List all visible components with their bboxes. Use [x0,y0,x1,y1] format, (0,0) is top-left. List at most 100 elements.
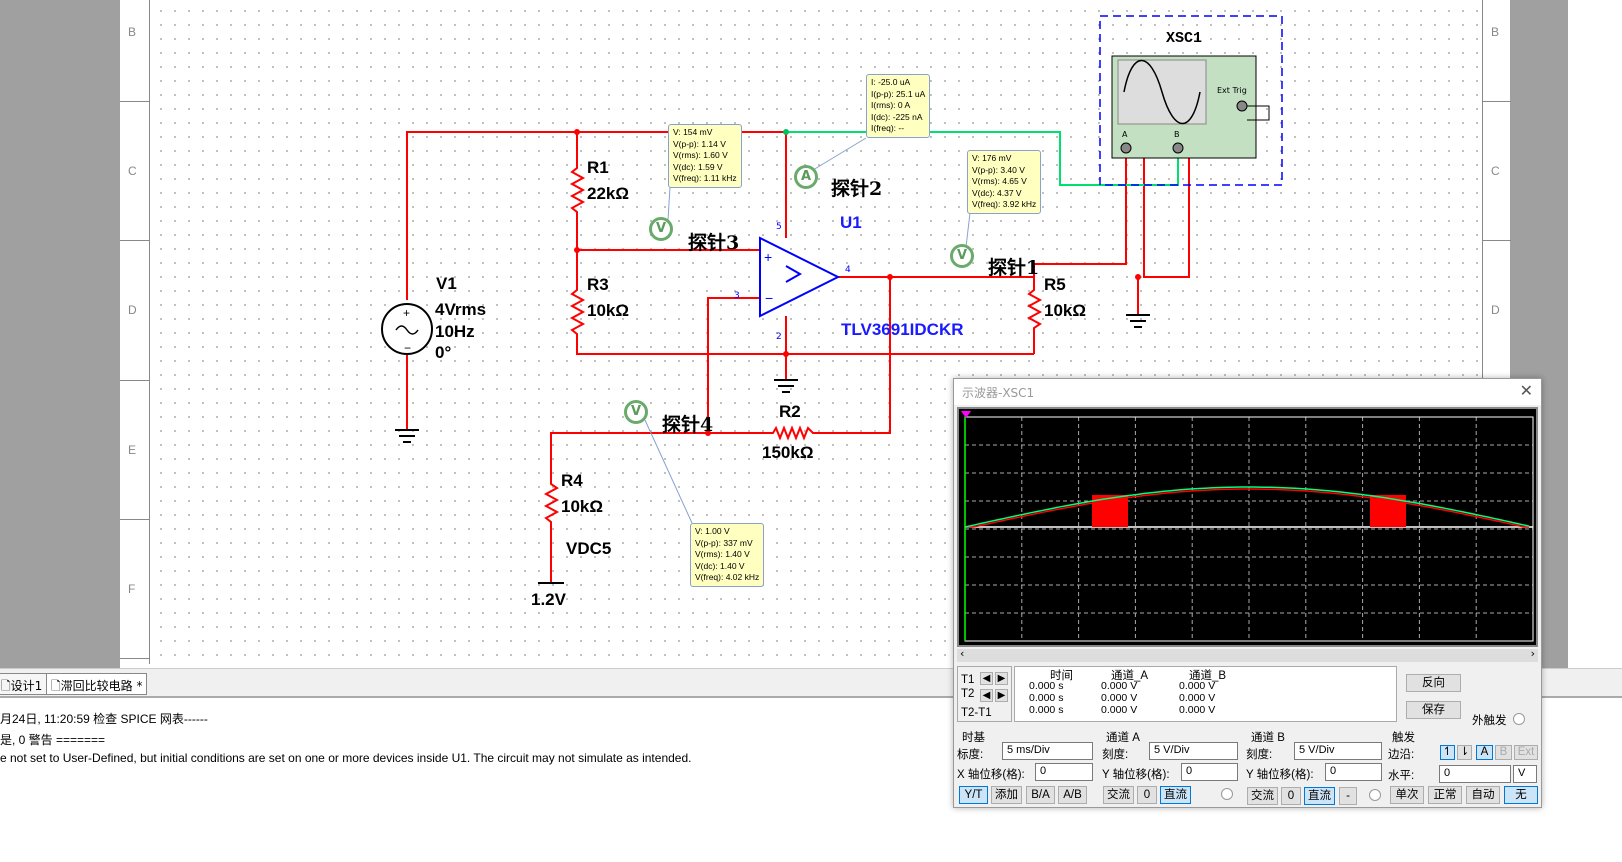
trigger-level-field[interactable]: 0 [1439,765,1511,783]
pin-5: 5 [776,222,782,232]
tab-design1[interactable]: 🗋设计1 [0,673,48,695]
probe-icon[interactable]: V [649,217,673,241]
r5-value: 10kΩ [1044,301,1086,320]
resistor-r5 [838,276,1043,354]
channel-b-radio[interactable] [1369,789,1381,801]
channel-b-title: 通道 B [1251,732,1285,744]
probe-reading: V(dc): 4.37 V [972,187,1022,198]
t2-right-button[interactable]: ▶ [995,689,1008,702]
xsc1-b: B [1174,130,1180,139]
probe-reading: I: -25.0 uA [871,77,911,87]
svg-text:−: − [404,341,411,355]
probe-reading: I(freq): -- [871,123,905,133]
trigger-a-button[interactable]: A [1476,745,1493,760]
probe-icon[interactable]: V [624,400,648,424]
opamp-u1-icon: +− [759,236,841,318]
close-icon[interactable]: ✕ [1520,381,1533,400]
yt-button[interactable]: Y/T [959,786,988,804]
falling-edge-button[interactable]: ⇂ [1457,745,1472,760]
t1-right-button[interactable]: ▶ [995,672,1008,685]
probe-tooltip: V: 176 mV V(p-p): 3.40 V V(rms): 4.65 V V(d… [967,150,1042,214]
vdc-name: VDC5 [566,539,612,558]
channel-b-zero-button[interactable]: 0 [1281,787,1301,805]
output-panel: 月24日, 11:20:59 检查 SPICE 网表------ 是, 0 警告… [0,700,955,862]
r3-name: R3 [587,275,609,294]
r2-value: 150kΩ [762,443,814,462]
single-button[interactable]: 单次 [1390,786,1424,804]
t2-left-button[interactable]: ◀ [980,689,993,702]
timebase-scale-field[interactable]: 5 ms/Div [1002,742,1093,760]
probe-icon[interactable]: A [794,165,818,189]
probe-reading: V(p-p): 3.40 V [972,164,1025,175]
xsc1-a: A [1122,130,1128,139]
r5-name: R5 [1044,275,1066,294]
channel-b-ypos-field[interactable]: 0 [1325,763,1382,781]
output-line: 月24日, 11:20:59 检查 SPICE 网表------ [0,712,208,726]
probe-icon[interactable]: V [950,244,974,268]
document-icon: 🗋 [1,679,11,693]
x-position-field[interactable]: 0 [1035,763,1093,781]
none-button[interactable]: 无 [1504,786,1538,804]
add-button[interactable]: 添加 [991,786,1022,804]
channel-a-scale-field[interactable]: 5 V/Div [1149,742,1238,760]
normal-button[interactable]: 正常 [1428,786,1462,804]
auto-button[interactable]: 自动 [1466,786,1500,804]
r1-value: 22kΩ [587,184,629,203]
t1-left-button[interactable]: ◀ [980,672,993,685]
trigger-ext-button[interactable]: Ext [1514,745,1538,760]
output-line: e not set to User-Defined, but initial c… [0,751,692,765]
reverse-button[interactable]: 反向 [1406,674,1461,692]
scope-scrollbar[interactable]: ‹ › [957,647,1538,662]
channel-a-ypos-field[interactable]: 0 [1181,763,1238,781]
v1-name: V1 [436,274,457,293]
readout-value: 0.000 V [1179,692,1216,704]
r1-name: R1 [587,158,609,177]
probe-reading: I(dc): -225 nA [871,111,923,122]
probe-reading: V(rms): 1.40 V [695,549,750,559]
trigger-b-button[interactable]: B [1495,745,1512,760]
channel-b-minus-button[interactable]: - [1339,787,1357,805]
tab-hysteresis-comparator[interactable]: 🗋滞回比较电路 * [46,673,148,695]
channel-a-dc-button[interactable]: 直流 [1160,786,1191,804]
cursor-controls: T1 T2 T2-T1 ◀ ▶ ◀ ▶ [957,666,1012,722]
v1-value: 4Vrms [435,300,487,319]
ab-button[interactable]: A/B [1058,786,1087,804]
wire-ch-a [1033,150,1127,277]
readout-value: 0.000 V [1101,704,1138,716]
channel-a-ac-button[interactable]: 交流 [1103,786,1134,804]
channel-b-ac-button[interactable]: 交流 [1247,787,1278,805]
save-button[interactable]: 保存 [1406,701,1461,719]
readout-value: 0.000 V [1101,680,1138,692]
probe-reading: I(rms): 0 A [871,100,911,110]
probe-reading: I(p-p): 25.1 uA [871,88,926,99]
scope-screen[interactable] [957,407,1538,647]
schematic-icon: 🗋 [51,679,61,693]
readout-value: 0.000 V [1179,704,1216,716]
scope-title-bar[interactable]: 示波器-XSC1 [954,379,1541,405]
r3-value: 10kΩ [587,301,629,320]
ext-trigger-label: 外触发 [1472,715,1507,727]
wire [707,297,760,433]
xsc1-ext-trig: Ext Trig [1217,86,1247,95]
probe-reading: V(freq): 1.11 kHz [673,173,737,183]
voltage-source-v1-icon: +− [381,303,433,355]
rising-edge-button[interactable]: ↿ [1440,745,1455,760]
channel-b-dc-button[interactable]: 直流 [1304,787,1335,805]
probe-label: 探针3 [688,232,740,254]
probe-reading: V(rms): 4.65 V [972,176,1027,186]
svg-text:+: + [403,306,410,320]
svg-text:−: − [765,290,773,306]
channel-b-scale-field[interactable]: 5 V/Div [1294,742,1382,760]
timebase-title: 时基 [962,732,985,744]
probe-reading: V: 176 mV [972,153,1012,163]
ext-trigger-radio[interactable] [1513,713,1525,725]
ba-button[interactable]: B/A [1026,786,1055,804]
v1-phase: 0° [435,343,452,362]
trigger-level-unit[interactable]: V [1513,765,1537,783]
probe-label: 探针1 [988,257,1040,279]
probe-reading: V(p-p): 337 mV [695,537,753,548]
channel-a-radio[interactable] [1221,788,1233,800]
channel-a-zero-button[interactable]: 0 [1137,786,1157,804]
cursor-readout: 时间 通道_A 通道_B 0.000 s 0.000 V 0.000 V 0.000 s 0.… [1014,666,1397,722]
pin-3: 3 [734,291,740,301]
